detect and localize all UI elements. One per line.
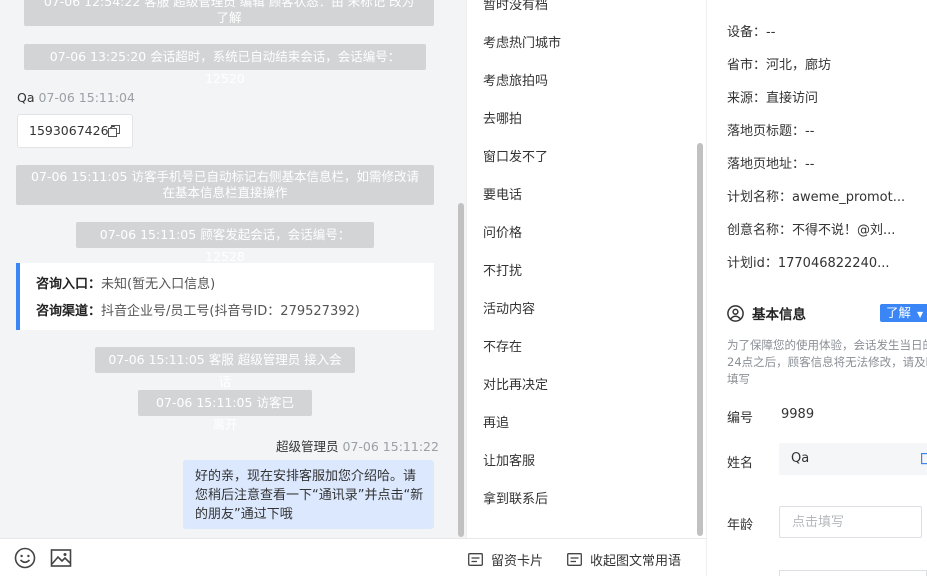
quick-reply-item[interactable]: 再追 — [483, 412, 509, 431]
consult-info-card: 咨询入口：未知(暂无入口信息) 咨询渠道：抖音企业号/员工号(抖音号ID：279… — [16, 263, 434, 330]
info-source: 来源：直接访问 — [727, 91, 819, 106]
quick-reply-item[interactable]: 窗口发不了 — [483, 146, 548, 165]
system-message: 07-06 15:11:05 访客手机号已自动标记右侧基本信息栏，如需修改请在基… — [16, 165, 434, 205]
sender-time: 07-06 15:11:04 — [38, 90, 135, 105]
sender-name: Qa — [17, 90, 35, 105]
info-region: 省市：河北，廊坊 — [727, 58, 832, 73]
basic-info-title: 基本信息 — [727, 303, 806, 323]
quick-reply-item[interactable]: 不打扰 — [483, 260, 522, 279]
info-plan-name: 计划名称：aweme_promot... — [727, 190, 906, 205]
info-device: 设备：-- — [727, 25, 776, 40]
quick-reply-item[interactable]: 活动内容 — [483, 298, 535, 317]
consult-channel-row: 咨询渠道：抖音企业号/员工号(抖音号ID：279527392) — [36, 304, 360, 319]
id-label: 编号 — [727, 411, 754, 426]
agent-message-bubble: 好的亲，现在安排客服加您介绍哈。请您稍后注意查看一下“通讯录”并点击“新的朋友”… — [183, 460, 434, 529]
input-toolbar: 留资卡片 收起图文常用语 — [0, 538, 706, 576]
lead-card-label: 留资卡片 — [491, 554, 544, 569]
user-icon — [727, 304, 744, 322]
info-landing-url: 落地页地址：-- — [727, 157, 815, 172]
quick-reply-list: 暂时没有档 考虑热门城市 考虑旅拍吗 去哪拍 窗口发不了 要电话 问价格 不打扰… — [466, 0, 706, 538]
info-landing-title: 落地页标题：-- — [727, 124, 815, 139]
consult-entry-row: 咨询入口：未知(暂无入口信息) — [36, 277, 216, 292]
id-value: 9989 — [781, 407, 815, 422]
system-message: 07-06 12:54:22 客服 超级管理员 编辑 顾客状态：由 未标记 改为… — [24, 0, 434, 26]
caret-down-icon: ▼ — [917, 310, 924, 319]
quick-reply-item[interactable]: 问价格 — [483, 222, 522, 241]
quick-reply-item[interactable]: 要电话 — [483, 184, 522, 203]
quick-reply-item[interactable]: 暂时没有档 — [483, 0, 548, 13]
info-creative-name: 创意名称：不得不说！@刘... — [727, 223, 896, 238]
sender-time: 07-06 15:11:22 — [342, 439, 439, 454]
fold-phrases-label: 收起图文常用语 — [590, 554, 682, 569]
info-plan-id: 计划id：177046822240... — [727, 256, 890, 271]
edit-deadline-notice: 为了保障您的使用体验，会话发生当日的24点之后，顾客信息将无法修改，请及时填写 — [727, 338, 927, 386]
next-field-input[interactable] — [779, 570, 927, 576]
system-message: 07-06 13:25:20 会话超时，系统已自动结束会话，会话编号：12520 — [24, 44, 426, 86]
quick-reply-scrollbar[interactable] — [697, 143, 703, 536]
quick-reply-item[interactable]: 不存在 — [483, 336, 522, 355]
system-message: 07-06 15:11:05 顾客发起会话，会话编号：12528 — [76, 222, 374, 264]
lead-card-button[interactable]: 留资卡片 — [468, 550, 543, 569]
status-label: 了解 — [886, 305, 912, 320]
message-icon — [567, 553, 582, 566]
quick-reply-item[interactable]: 考虑旅拍吗 — [483, 70, 548, 89]
visitor-sender: Qa 07-06 15:11:04 — [17, 90, 135, 105]
message-text: 15930674266 — [29, 123, 117, 138]
name-field[interactable]: Qa — [779, 443, 927, 475]
visitor-message-bubble[interactable]: 15930674266 — [17, 114, 133, 148]
chat-scrollbar[interactable] — [458, 203, 464, 537]
sender-name: 超级管理员 — [276, 439, 339, 454]
app-root: 07-06 12:54:22 客服 超级管理员 编辑 顾客状态：由 未标记 改为… — [0, 0, 927, 576]
system-message: 07-06 15:11:05 客服 超级管理员 接入会话 — [95, 347, 355, 389]
quick-reply-item[interactable]: 让加客服 — [483, 450, 535, 469]
card-icon — [468, 553, 483, 566]
customer-info-panel: 设备：-- 省市：河北，廊坊 来源：直接访问 落地页标题：-- 落地页地址：--… — [706, 0, 927, 576]
quick-reply-item[interactable]: 去哪拍 — [483, 108, 522, 127]
system-message: 07-06 15:11:05 访客已离开 — [138, 390, 312, 432]
quick-reply-item[interactable]: 拿到联系后 — [483, 488, 548, 507]
age-input[interactable] — [779, 506, 922, 538]
copy-icon[interactable] — [921, 453, 927, 465]
chat-panel: 07-06 12:54:22 客服 超级管理员 编辑 顾客状态：由 未标记 改为… — [0, 0, 466, 538]
age-label: 年龄 — [727, 518, 754, 533]
fold-phrases-button[interactable]: 收起图文常用语 — [567, 550, 681, 569]
quick-reply-item[interactable]: 考虑热门城市 — [483, 32, 561, 51]
customer-status-dropdown[interactable]: 了解 ▼ — [880, 304, 927, 322]
name-label: 姓名 — [727, 456, 754, 471]
agent-sender: 超级管理员 07-06 15:11:22 — [276, 436, 439, 455]
emoji-icon[interactable] — [14, 547, 36, 569]
quick-reply-item[interactable]: 对比再决定 — [483, 374, 548, 393]
image-icon[interactable] — [50, 547, 72, 569]
copy-icon[interactable] — [108, 125, 120, 137]
